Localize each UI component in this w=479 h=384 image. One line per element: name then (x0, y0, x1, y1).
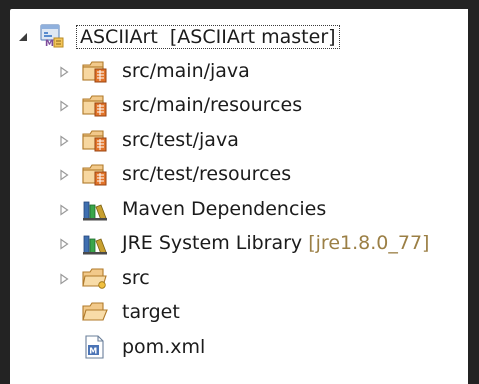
tree-item-label: pom.xml (122, 336, 206, 358)
maven-project-icon: M (38, 23, 66, 49)
tree-root-label-box: ASCIIArt [ASCIIArt master] (76, 24, 340, 50)
git-branch-decoration: [ASCIIArt master] (169, 26, 336, 48)
tree-item-label: JRE System Library (122, 232, 303, 254)
collapsed-arrow-icon[interactable] (58, 135, 70, 147)
tree-item-label: src (122, 267, 150, 289)
svg-text:M: M (45, 39, 54, 49)
tree-row-src-main-resources[interactable]: src/main/resources (10, 88, 468, 122)
tree-row-jre-system-library[interactable]: JRE System Library [jre1.8.0_77] (10, 226, 468, 260)
source-folder-icon (81, 92, 109, 118)
open-folder-icon (81, 299, 109, 325)
folder-icon (81, 265, 109, 291)
tree-row-src-main-java[interactable]: src/main/java (10, 54, 468, 88)
project-explorer-tree: M ASCIIArt [ASCIIArt master] src/main/ja… (10, 9, 468, 384)
svg-text:M: M (89, 347, 97, 356)
collapsed-arrow-icon[interactable] (58, 204, 70, 216)
library-icon (81, 230, 109, 256)
tree-item-label: target (122, 301, 180, 323)
tree-row-pom-xml[interactable]: M pom.xml (10, 330, 468, 364)
tree-row-src-test-resources[interactable]: src/test/resources (10, 157, 468, 191)
expanded-arrow-icon[interactable] (17, 31, 29, 43)
tree-item-label: src/test/java (122, 129, 239, 151)
root-label-frame: ASCIIArt [ASCIIArt master] (76, 25, 340, 49)
tree-row-target[interactable]: target (10, 295, 468, 329)
collapsed-arrow-icon[interactable] (58, 238, 70, 250)
source-folder-icon (81, 58, 109, 84)
tree-row-root[interactable]: M ASCIIArt [ASCIIArt master] (10, 20, 468, 54)
tree-item-label-box: JRE System Library [jre1.8.0_77] (122, 231, 429, 255)
source-folder-icon (81, 161, 109, 187)
tree-item-label: src/test/resources (122, 163, 292, 185)
tree-row-src[interactable]: src (10, 261, 468, 295)
project-name: ASCIIArt (80, 26, 158, 48)
collapsed-arrow-icon[interactable] (58, 100, 70, 112)
tree-row-src-test-java[interactable]: src/test/java (10, 123, 468, 157)
tree-item-label: Maven Dependencies (122, 198, 327, 220)
jre-version-decoration: [jre1.8.0_77] (308, 232, 430, 254)
tree-item-label: src/main/java (122, 60, 250, 82)
xml-file-icon: M (81, 334, 109, 360)
window-frame: M ASCIIArt [ASCIIArt master] src/main/ja… (0, 0, 479, 384)
tree-row-maven-dependencies[interactable]: Maven Dependencies (10, 192, 468, 226)
source-folder-icon (81, 127, 109, 153)
tree-item-label: src/main/resources (122, 94, 303, 116)
collapsed-arrow-icon[interactable] (58, 273, 70, 285)
collapsed-arrow-icon[interactable] (58, 169, 70, 181)
collapsed-arrow-icon[interactable] (58, 66, 70, 78)
library-icon (81, 196, 109, 222)
